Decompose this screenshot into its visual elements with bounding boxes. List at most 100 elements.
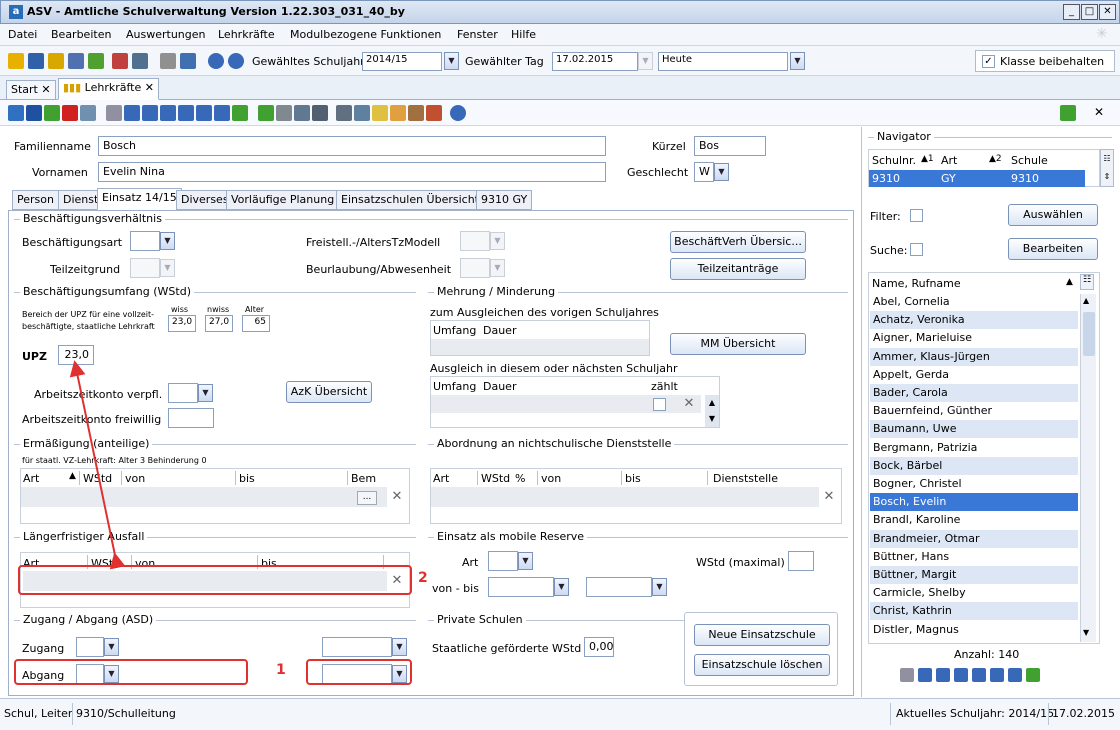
print-icon[interactable] xyxy=(336,105,352,121)
prev-icon[interactable] xyxy=(954,668,968,682)
klasse-checkbox[interactable]: ✓ xyxy=(982,55,995,68)
schuljahr-dropdown-icon[interactable]: ▼ xyxy=(444,52,459,70)
beurlaubung-dropdown-icon[interactable]: ▼ xyxy=(490,259,505,277)
list-item[interactable]: Bock, Bärbel xyxy=(870,456,1078,475)
first-icon[interactable] xyxy=(918,668,932,682)
mm-uebersicht-button[interactable]: MM Übersicht xyxy=(670,333,806,355)
auswaehlen-button[interactable]: Auswählen xyxy=(1008,204,1098,226)
beschaeftigungsart-dropdown-icon[interactable]: ▼ xyxy=(160,232,175,250)
pen-icon[interactable] xyxy=(390,105,406,121)
zugang-date-input[interactable] xyxy=(322,637,392,657)
filter-checkbox[interactable] xyxy=(910,209,923,222)
maximize-button[interactable]: □ xyxy=(1081,4,1098,20)
azk-verpfl-dropdown-icon[interactable]: ▼ xyxy=(198,384,213,402)
preview-icon[interactable] xyxy=(354,105,370,121)
save-icon[interactable] xyxy=(26,105,42,121)
close-icon[interactable]: ✕ xyxy=(145,81,154,94)
list-item[interactable]: Bosch, Evelin xyxy=(870,493,1078,512)
tab-vorlaeufige-planung[interactable]: Vorläufige Planung xyxy=(226,190,340,210)
tag-input[interactable]: 17.02.2015 xyxy=(552,52,638,71)
tab-person[interactable]: Person xyxy=(12,190,59,210)
teilzeitgrund-dropdown-icon[interactable]: ▼ xyxy=(160,259,175,277)
azk-verpfl-select[interactable] xyxy=(168,383,198,403)
tab-diverses[interactable]: Diverses xyxy=(176,190,234,210)
heute-select[interactable]: Heute xyxy=(658,52,788,71)
column-chooser-icon[interactable]: ☷ ⇕ xyxy=(1100,149,1114,187)
list-item[interactable]: Aigner, Marieluise xyxy=(870,329,1078,347)
geschlecht-select[interactable]: W xyxy=(694,162,714,182)
menu-lehrkraefte[interactable]: Lehrkräfte xyxy=(218,28,275,41)
list-item[interactable]: Bergmann, Patrizia xyxy=(870,439,1078,457)
suche-checkbox[interactable] xyxy=(910,243,923,256)
cut-icon[interactable] xyxy=(276,105,292,121)
window-icon[interactable] xyxy=(180,53,196,69)
list-item[interactable]: Christ, Kathrin xyxy=(870,602,1078,621)
familienname-input[interactable]: Bosch xyxy=(98,136,606,156)
scrollbar[interactable]: ▲ ▼ xyxy=(705,395,719,427)
freistell-dropdown-icon[interactable]: ▼ xyxy=(490,232,505,250)
list-item[interactable]: Bogner, Christel xyxy=(870,475,1078,493)
teilzeitgrund-select[interactable] xyxy=(130,258,160,278)
prev-icon[interactable] xyxy=(160,105,176,121)
einsatzschule-loeschen-button[interactable]: Einsatzschule löschen xyxy=(694,654,830,676)
bearbeiten-button[interactable]: Bearbeiten xyxy=(1008,238,1098,260)
copy-icon[interactable] xyxy=(294,105,310,121)
nav-col-schule[interactable]: Schule xyxy=(1011,154,1048,167)
scroll-down-icon[interactable]: ▼ xyxy=(1083,628,1089,637)
geschlecht-dropdown-icon[interactable]: ▼ xyxy=(714,163,729,181)
list-item[interactable]: Brandmeier, Otmar xyxy=(870,529,1078,548)
heute-dropdown-icon[interactable]: ▼ xyxy=(790,52,805,70)
list-item[interactable]: Büttner, Margit xyxy=(870,566,1078,584)
klasse-checkbox-container[interactable]: ✓ Klasse beibehalten xyxy=(975,50,1115,72)
zugang-date-dropdown-icon[interactable]: ▼ xyxy=(392,638,407,656)
next-icon[interactable] xyxy=(972,668,986,682)
undo-icon[interactable] xyxy=(44,105,60,121)
remove-row-icon[interactable]: ✕ xyxy=(389,489,405,505)
refresh-icon[interactable] xyxy=(232,105,248,121)
prev-page-icon[interactable] xyxy=(142,105,158,121)
scroll-up-icon[interactable]: ▲ xyxy=(1083,296,1089,305)
tag-dropdown-icon[interactable]: ▼ xyxy=(638,52,653,70)
abordnung-row[interactable] xyxy=(431,487,819,507)
edit-icon[interactable] xyxy=(80,105,96,121)
last-icon[interactable] xyxy=(1008,668,1022,682)
nav-col-schulnr[interactable]: Schulnr. xyxy=(872,154,916,167)
list-item[interactable]: Baumann, Uwe xyxy=(870,420,1078,439)
list-header-name[interactable]: Name, Rufname xyxy=(872,277,961,290)
menu-bearbeiten[interactable]: Bearbeiten xyxy=(51,28,111,41)
close-icon[interactable]: ✕ xyxy=(41,83,50,96)
menu-datei[interactable]: Datei xyxy=(8,28,37,41)
board-icon[interactable] xyxy=(68,53,84,69)
next-page-icon[interactable] xyxy=(990,668,1004,682)
beschaeftigungsart-select[interactable] xyxy=(130,231,160,251)
list-item[interactable]: Büttner, Hans xyxy=(870,548,1078,566)
scroll-thumb[interactable] xyxy=(1083,312,1095,356)
list-item[interactable]: Achatz, Veronika xyxy=(870,311,1078,330)
mobil-von-input[interactable] xyxy=(488,577,554,597)
tab-einsatzschulen-uebersicht[interactable]: Einsatzschulen Übersicht xyxy=(336,190,484,210)
list-icon[interactable] xyxy=(132,53,148,69)
info-icon[interactable] xyxy=(208,53,224,69)
list-item[interactable]: Carmicle, Shelby xyxy=(870,584,1078,602)
mobil-art-dropdown-icon[interactable]: ▼ xyxy=(518,552,533,570)
minimize-button[interactable]: _ xyxy=(1063,4,1080,20)
next-page-icon[interactable] xyxy=(196,105,212,121)
new-icon[interactable] xyxy=(8,105,24,121)
vornamen-input[interactable]: Evelin Nina xyxy=(98,162,606,182)
list-item[interactable]: Bauernfeind, Günther xyxy=(870,402,1078,420)
beurlaubung-select[interactable] xyxy=(460,258,490,278)
back-icon[interactable] xyxy=(258,105,274,121)
list-item[interactable]: Abel, Cornelia xyxy=(870,293,1078,311)
prev-page-icon[interactable] xyxy=(936,668,950,682)
first-icon[interactable] xyxy=(124,105,140,121)
last-icon[interactable] xyxy=(214,105,230,121)
navigator-school-row[interactable]: 9310 GY 9310 xyxy=(869,170,1085,187)
menu-auswertungen[interactable]: Auswertungen xyxy=(126,28,206,41)
beschaeftverh-uebersicht-button[interactable]: BeschäftVerh Übersic... xyxy=(670,231,806,253)
clock-icon[interactable] xyxy=(408,105,424,121)
close-window-button[interactable]: ✕ xyxy=(1099,4,1116,20)
nav-col-art[interactable]: Art xyxy=(941,154,957,167)
table-icon[interactable] xyxy=(900,668,914,682)
tab-9310-gy[interactable]: 9310 GY xyxy=(476,190,533,210)
freistell-select[interactable] xyxy=(460,231,490,251)
